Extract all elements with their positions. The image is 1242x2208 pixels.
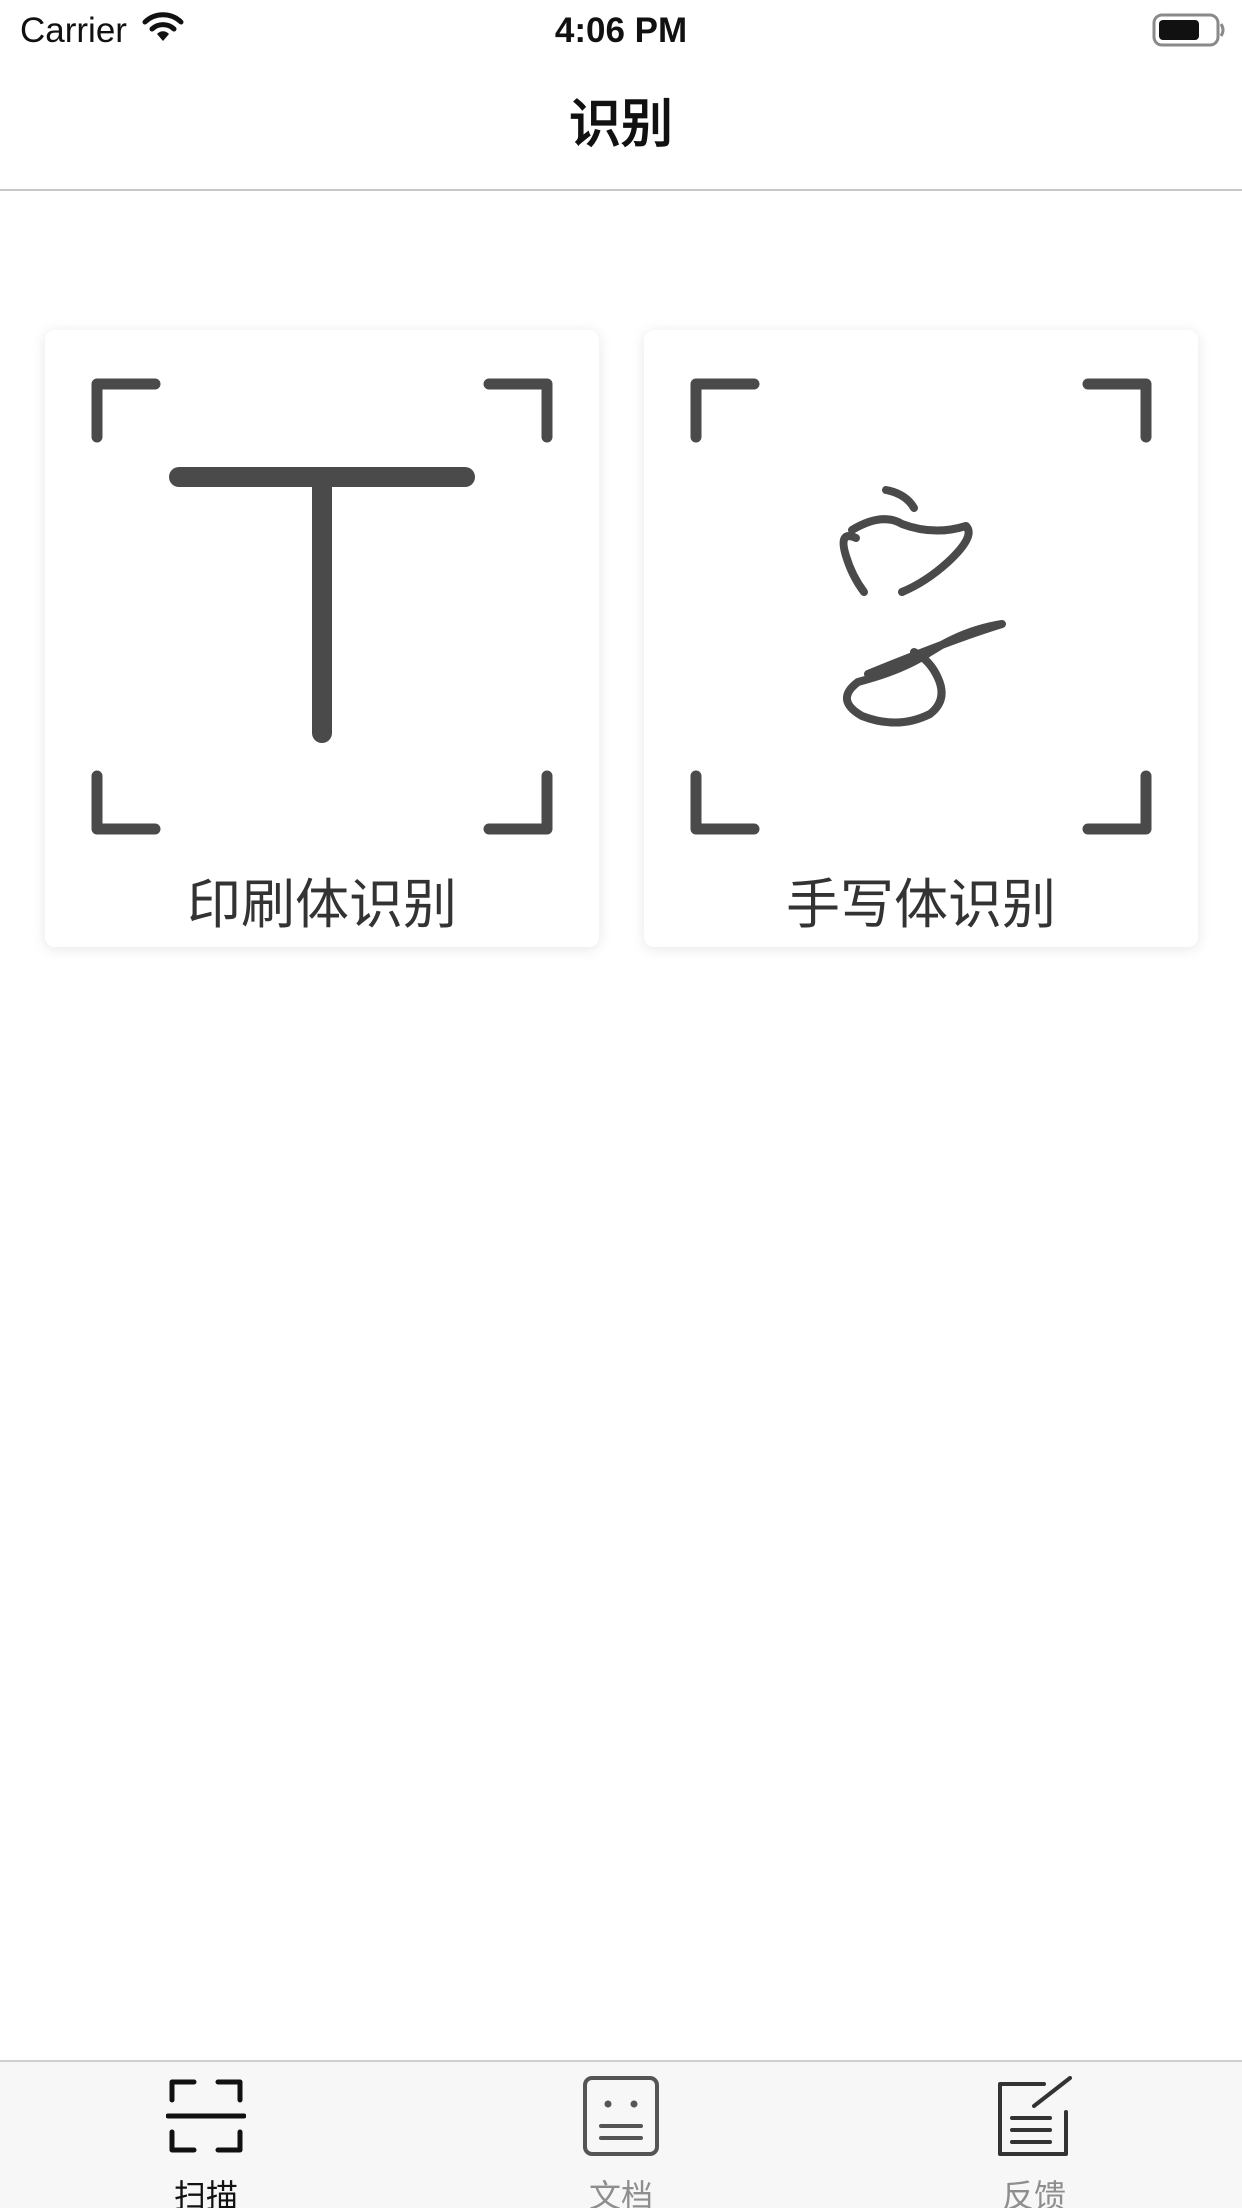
wifi-icon [141,10,185,53]
print-recognition-label: 印刷体识别 [187,875,457,935]
print-text-icon [169,467,475,743]
page-title: 识别 [568,96,673,154]
tab-feedback-label: 反馈 [1001,2178,1066,2208]
feedback-icon [998,2076,1072,2156]
tab-document-label: 文档 [588,2178,653,2208]
status-left: Carrier [20,10,185,52]
tab-scan-label: 扫描 [173,2178,238,2208]
handwriting-recognition-card[interactable]: 手写体识别 [644,330,1198,947]
print-recognition-card[interactable]: 印刷体识别 [45,330,599,947]
carrier-label: Carrier [20,11,127,50]
status-bar: Carrier 4:06 PM [0,0,1242,62]
tab-feedback[interactable]: 反馈 [884,2062,1184,2208]
app-screen: Carrier 4:06 PM 识别 印刷体识别 手写体识别 扫描 文档 反馈 [0,0,1242,2208]
document-icon [583,2076,659,2156]
tab-scan[interactable]: 扫描 [56,2062,356,2208]
tab-bar: 扫描 文档 反馈 [0,2060,1242,2208]
navigation-bar: 识别 [0,62,1242,191]
battery-icon [1152,12,1226,53]
status-time: 4:06 PM [554,11,688,50]
handwriting-recognition-label: 手写体识别 [786,875,1056,935]
handwriting-icon [839,486,1006,727]
tab-document[interactable]: 文档 [471,2062,771,2208]
scan-icon [166,2079,246,2153]
